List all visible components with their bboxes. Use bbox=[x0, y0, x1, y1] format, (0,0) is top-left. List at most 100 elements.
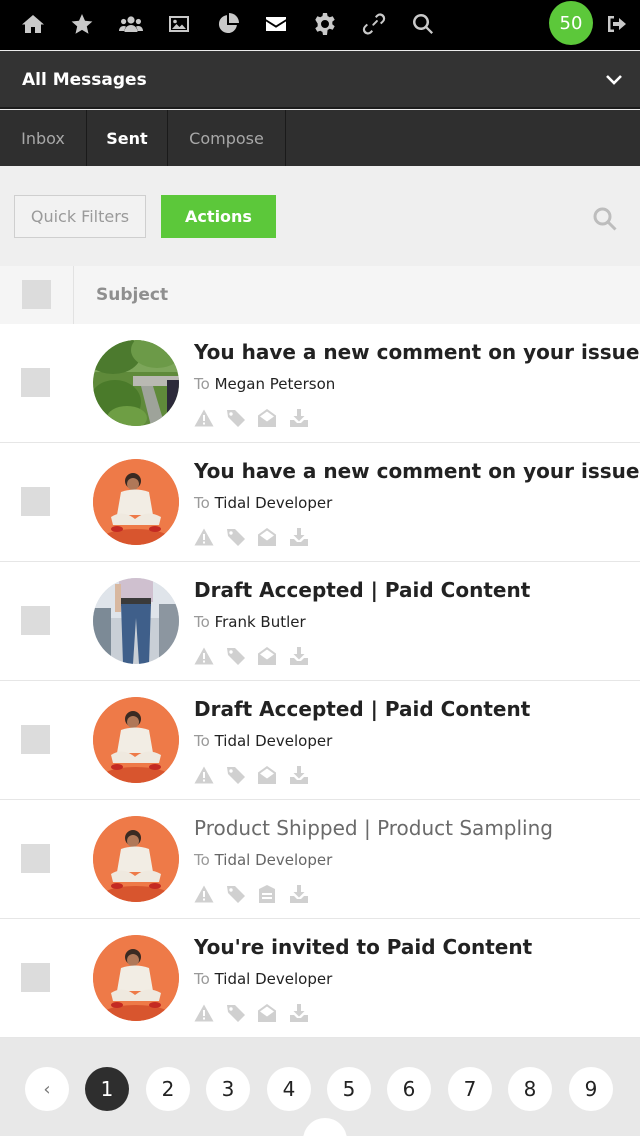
prev-page-button[interactable]: ‹ bbox=[25, 1067, 69, 1111]
toolbar: Quick Filters Actions bbox=[0, 166, 640, 266]
warning-icon[interactable] bbox=[194, 527, 214, 547]
message-recipient: To Tidal Developer bbox=[194, 494, 332, 512]
tab-compose[interactable]: Compose bbox=[168, 110, 286, 166]
folder-selector[interactable]: All Messages bbox=[0, 51, 640, 109]
tab-inbox[interactable]: Inbox bbox=[0, 110, 87, 166]
recipient-name: Megan Peterson bbox=[214, 375, 336, 393]
notification-badge[interactable]: 50 bbox=[549, 1, 593, 45]
page-button-4[interactable]: 4 bbox=[267, 1067, 311, 1111]
column-divider bbox=[73, 266, 74, 324]
message-row[interactable]: You're invited to Paid Content To Tidal … bbox=[0, 919, 640, 1038]
to-label: To bbox=[194, 375, 210, 393]
message-row[interactable]: Draft Accepted | Paid Content To Frank B… bbox=[0, 562, 640, 681]
message-row[interactable]: Draft Accepted | Paid Content To Tidal D… bbox=[0, 681, 640, 800]
scroll-top-button[interactable] bbox=[303, 1118, 347, 1136]
recipient-name: Tidal Developer bbox=[214, 494, 333, 512]
message-row[interactable]: Product Shipped | Product Sampling To Ti… bbox=[0, 800, 640, 919]
message-list: You have a new comment on your issue To … bbox=[0, 324, 640, 1038]
warning-icon[interactable] bbox=[194, 765, 214, 785]
actions-button[interactable]: Actions bbox=[161, 195, 276, 238]
row-checkbox[interactable] bbox=[21, 844, 50, 873]
users-icon[interactable] bbox=[118, 11, 144, 37]
page-button-5[interactable]: 5 bbox=[327, 1067, 371, 1111]
gear-icon[interactable] bbox=[312, 11, 338, 37]
top-nav: 50 bbox=[0, 0, 640, 50]
select-all-checkbox[interactable] bbox=[22, 280, 51, 309]
pagination: ‹ 1 2 3 4 5 6 7 8 9 bbox=[0, 1038, 640, 1136]
sign-out-icon[interactable] bbox=[604, 11, 630, 37]
message-subject[interactable]: You have a new comment on your issue bbox=[194, 340, 639, 364]
warning-icon[interactable] bbox=[194, 646, 214, 666]
row-checkbox[interactable] bbox=[21, 963, 50, 992]
warning-icon[interactable] bbox=[194, 408, 214, 428]
tag-icon[interactable] bbox=[226, 527, 246, 547]
to-label: To bbox=[194, 613, 210, 631]
search-icon[interactable] bbox=[410, 11, 436, 37]
home-icon[interactable] bbox=[20, 11, 46, 37]
to-label: To bbox=[194, 732, 210, 750]
download-icon[interactable] bbox=[289, 408, 309, 428]
page-button-1[interactable]: 1 bbox=[85, 1067, 129, 1111]
warning-icon[interactable] bbox=[194, 1003, 214, 1023]
to-label: To bbox=[194, 851, 210, 869]
recipient-name: Tidal Developer bbox=[214, 732, 333, 750]
mark-unread-icon[interactable] bbox=[257, 884, 277, 904]
page-button-8[interactable]: 8 bbox=[508, 1067, 552, 1111]
subject-column-header[interactable]: Subject bbox=[96, 285, 168, 305]
avatar bbox=[93, 459, 179, 545]
image-icon[interactable] bbox=[166, 11, 192, 37]
envelope-open-icon[interactable] bbox=[257, 527, 277, 547]
warning-icon[interactable] bbox=[194, 884, 214, 904]
chevron-down-icon[interactable] bbox=[604, 71, 624, 87]
avatar bbox=[93, 697, 179, 783]
page-button-7[interactable]: 7 bbox=[448, 1067, 492, 1111]
message-subject[interactable]: You have a new comment on your issue bbox=[194, 459, 639, 483]
recipient-name: Tidal Developer bbox=[214, 970, 333, 988]
message-recipient: To Megan Peterson bbox=[194, 375, 335, 393]
message-subject[interactable]: Product Shipped | Product Sampling bbox=[194, 816, 553, 840]
message-row[interactable]: You have a new comment on your issue To … bbox=[0, 443, 640, 562]
envelope-open-icon[interactable] bbox=[257, 1003, 277, 1023]
message-tabs: Inbox Sent Compose bbox=[0, 110, 640, 166]
message-subject[interactable]: You're invited to Paid Content bbox=[194, 935, 532, 959]
envelope-open-icon[interactable] bbox=[257, 765, 277, 785]
envelope-open-icon[interactable] bbox=[257, 646, 277, 666]
tag-icon[interactable] bbox=[226, 884, 246, 904]
page-button-2[interactable]: 2 bbox=[146, 1067, 190, 1111]
tag-icon[interactable] bbox=[226, 408, 246, 428]
page-button-9[interactable]: 9 bbox=[569, 1067, 613, 1111]
avatar bbox=[93, 816, 179, 902]
link-icon[interactable] bbox=[361, 11, 387, 37]
message-subject[interactable]: Draft Accepted | Paid Content bbox=[194, 578, 530, 602]
download-icon[interactable] bbox=[289, 646, 309, 666]
tag-icon[interactable] bbox=[226, 765, 246, 785]
folder-title: All Messages bbox=[22, 70, 147, 90]
message-subject[interactable]: Draft Accepted | Paid Content bbox=[194, 697, 530, 721]
envelope-open-icon[interactable] bbox=[257, 408, 277, 428]
download-icon[interactable] bbox=[289, 1003, 309, 1023]
recipient-name: Tidal Developer bbox=[214, 851, 333, 869]
page-button-6[interactable]: 6 bbox=[387, 1067, 431, 1111]
star-icon[interactable] bbox=[69, 11, 95, 37]
search-icon[interactable] bbox=[592, 206, 618, 232]
page-button-3[interactable]: 3 bbox=[206, 1067, 250, 1111]
download-icon[interactable] bbox=[289, 527, 309, 547]
message-recipient: To Frank Butler bbox=[194, 613, 306, 631]
to-label: To bbox=[194, 494, 210, 512]
list-header: Subject bbox=[0, 266, 640, 324]
envelope-icon[interactable] bbox=[263, 11, 289, 37]
row-checkbox[interactable] bbox=[21, 487, 50, 516]
avatar bbox=[93, 340, 179, 426]
tag-icon[interactable] bbox=[226, 646, 246, 666]
pie-chart-icon[interactable] bbox=[215, 11, 241, 37]
row-checkbox[interactable] bbox=[21, 606, 50, 635]
quick-filters-button[interactable]: Quick Filters bbox=[14, 195, 146, 238]
row-checkbox[interactable] bbox=[21, 725, 50, 754]
message-recipient: To Tidal Developer bbox=[194, 851, 332, 869]
tag-icon[interactable] bbox=[226, 1003, 246, 1023]
download-icon[interactable] bbox=[289, 884, 309, 904]
tab-sent[interactable]: Sent bbox=[87, 110, 168, 166]
message-row[interactable]: You have a new comment on your issue To … bbox=[0, 324, 640, 443]
download-icon[interactable] bbox=[289, 765, 309, 785]
row-checkbox[interactable] bbox=[21, 368, 50, 397]
